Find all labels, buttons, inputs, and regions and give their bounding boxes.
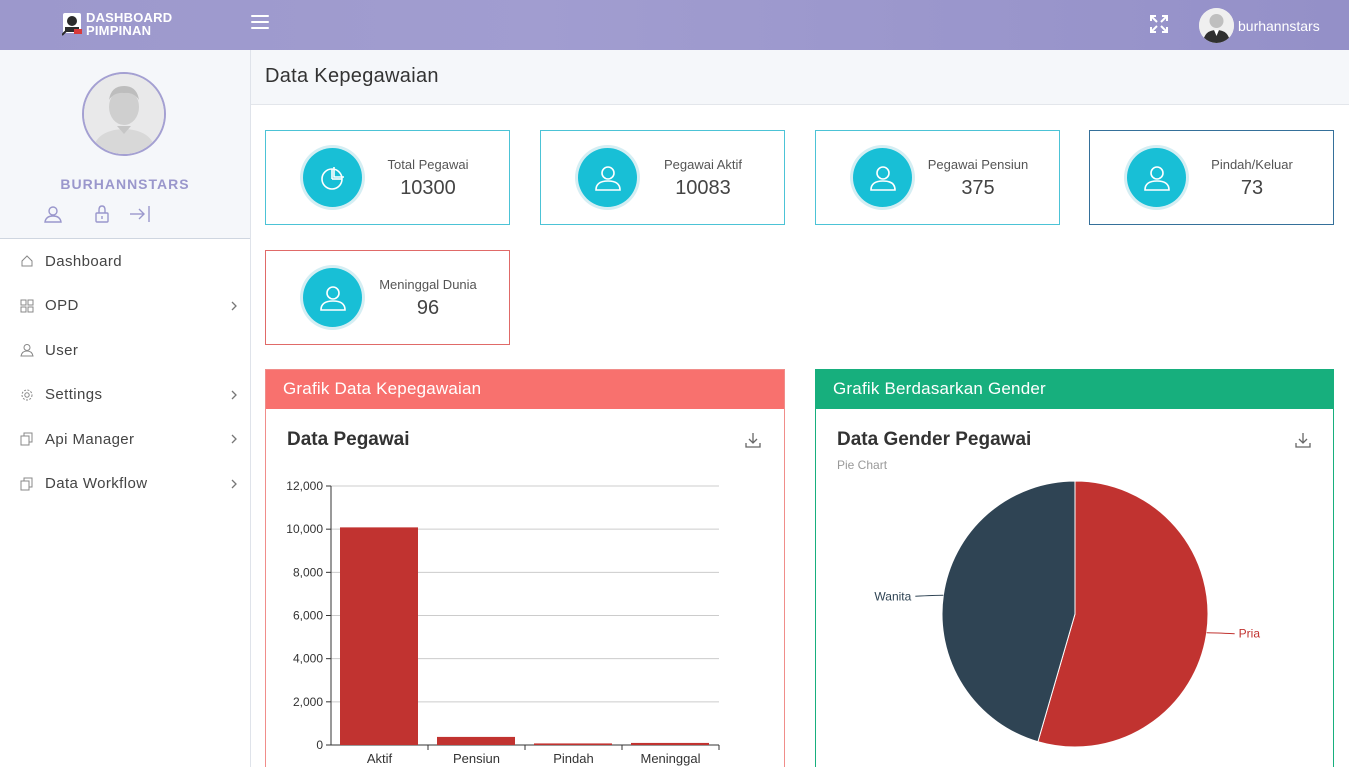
stat-label: Pegawai Aktif: [663, 157, 743, 172]
y-tick-label: 6,000: [293, 609, 323, 623]
menu-toggle-icon[interactable]: [251, 15, 269, 31]
logout-icon[interactable]: [129, 204, 150, 224]
pie-connector: [1206, 632, 1235, 635]
logo-line-2: PIMPINAN: [86, 23, 152, 38]
app-logo[interactable]: DASHBOARD PIMPINAN: [61, 11, 172, 38]
stat-label: Pegawai Pensiun: [927, 157, 1029, 172]
sidebar-item-opd[interactable]: OPD: [0, 284, 250, 329]
y-tick-label: 8,000: [293, 565, 323, 579]
pie-chart: Pria Wanita: [874, 480, 1261, 748]
x-tick-label: Pensiun: [453, 751, 500, 766]
copy-icon: [20, 477, 33, 491]
y-tick-label: 4,000: [293, 652, 323, 666]
chevron-right-icon: [231, 390, 237, 400]
x-tick-label: Meninggal: [641, 751, 701, 766]
profile-username: BURHANNSTARS: [60, 176, 190, 192]
grid-icon: [20, 299, 34, 313]
bar-chart: 0 2,000 4,000 6,000 8,000 10,000 12,000 Aktif Pe…: [286, 479, 720, 766]
y-tick-label: 10,000: [286, 522, 323, 536]
pie-label-wanita: Wanita: [874, 589, 911, 603]
copy-icon: [20, 432, 33, 446]
y-tick-label: 0: [316, 738, 323, 752]
sidebar: BURHANNSTARS Dashboard OPD User Settings Api…: [0, 50, 251, 767]
sidebar-item-label: User: [45, 341, 79, 359]
logo-mark-icon: [61, 11, 84, 37]
stat-card-pegawai-aktif: Pegawai Aktif 10083: [540, 130, 785, 225]
avatar: [1199, 8, 1234, 43]
stat-value: 73: [1240, 177, 1264, 199]
sidebar-item-label: Data Workflow: [45, 475, 148, 493]
page-header: Data Kepegawaian: [251, 50, 1349, 105]
chevron-right-icon: [231, 301, 237, 311]
sidebar-menu: Dashboard OPD User Settings Api Manager Data …: [0, 239, 250, 506]
pie-icon: [303, 148, 362, 207]
profile-user-icon[interactable]: [43, 204, 63, 224]
panel-header: Grafik Berdasarkan Gender: [816, 370, 1333, 409]
stat-value: 96: [416, 297, 440, 319]
stat-value: 10083: [675, 177, 731, 199]
sidebar-item-settings[interactable]: Settings: [0, 373, 250, 418]
bar-pensiun: [437, 736, 515, 745]
lock-icon[interactable]: [92, 204, 112, 224]
stat-card-pindah-keluar: Pindah/Keluar 73: [1089, 130, 1334, 225]
bar-aktif: [340, 527, 418, 745]
fullscreen-icon[interactable]: [1148, 13, 1170, 35]
profile-avatar: [82, 72, 166, 156]
user-icon: [1127, 148, 1186, 207]
sidebar-item-label: OPD: [45, 297, 79, 315]
gear-icon: [21, 389, 33, 401]
sidebar-item-api-manager[interactable]: Api Manager: [0, 417, 250, 462]
sidebar-item-data-workflow[interactable]: Data Workflow: [0, 462, 250, 507]
stat-value: 10300: [400, 177, 456, 199]
stat-card-pegawai-pensiun: Pegawai Pensiun 375: [815, 130, 1060, 225]
stat-card-meninggal-dunia: Meninggal Dunia 96: [265, 250, 510, 345]
stat-card-total-pegawai: Total Pegawai 10300: [265, 130, 510, 225]
bar-meninggal: [631, 742, 709, 745]
top-username: burhannstars: [1238, 17, 1320, 34]
panel-header: Grafik Data Kepegawaian: [266, 370, 784, 409]
panel-grafik-gender: Grafik Berdasarkan Gender Data Gender Pe…: [815, 369, 1334, 767]
stat-label: Total Pegawai: [387, 157, 469, 172]
sidebar-profile: BURHANNSTARS: [0, 50, 250, 239]
stat-label: Meninggal Dunia: [379, 277, 477, 292]
user-icon: [20, 344, 34, 357]
user-menu[interactable]: burhannstars: [1199, 8, 1320, 43]
user-icon: [303, 268, 362, 327]
bar-pindah: [534, 743, 612, 745]
stat-value: 375: [961, 177, 995, 199]
panel-grafik-kepegawaian: Grafik Data Kepegawaian Data Pegawai 0 2,…: [265, 369, 785, 767]
sidebar-item-label: Api Manager: [45, 430, 135, 448]
x-tick-label: Pindah: [553, 751, 593, 766]
pie-connector: [915, 594, 944, 597]
chevron-right-icon: [231, 434, 237, 444]
y-tick-label: 12,000: [286, 479, 323, 493]
sidebar-item-label: Settings: [45, 386, 103, 404]
y-tick-label: 2,000: [293, 695, 323, 709]
pie-label-pria: Pria: [1239, 627, 1261, 641]
home-icon: [21, 255, 33, 267]
user-icon: [578, 148, 637, 207]
chevron-right-icon: [231, 479, 237, 489]
page-title: Data Kepegawaian: [265, 65, 439, 87]
sidebar-item-label: Dashboard: [45, 252, 122, 270]
sidebar-item-dashboard[interactable]: Dashboard: [0, 239, 250, 284]
sidebar-item-user[interactable]: User: [0, 328, 250, 373]
x-tick-label: Aktif: [367, 751, 393, 766]
top-navbar: DASHBOARD PIMPINAN burhannstars: [0, 0, 1349, 50]
stat-label: Pindah/Keluar: [1211, 157, 1293, 172]
user-icon: [853, 148, 912, 207]
